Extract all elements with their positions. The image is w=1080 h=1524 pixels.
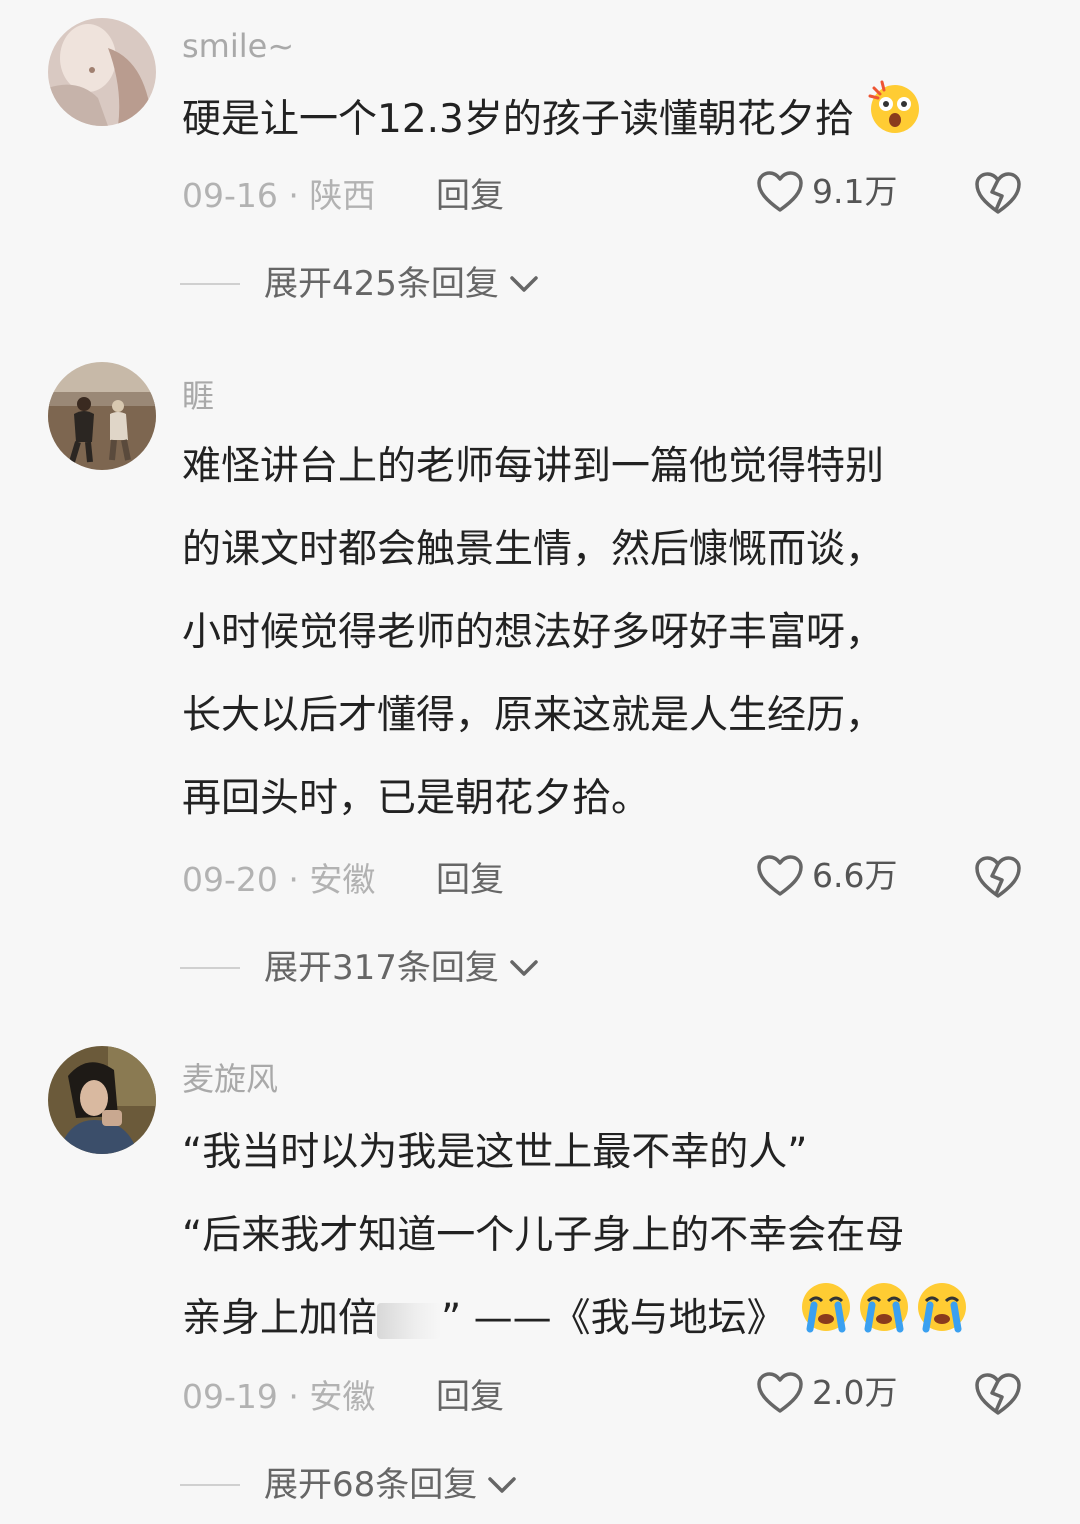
avatar[interactable]	[48, 362, 156, 470]
comment-text-line: 再回头时，已是朝花夕拾。	[182, 776, 651, 821]
heart-icon	[757, 171, 803, 212]
username[interactable]: 睚	[182, 376, 214, 416]
avatar[interactable]	[48, 1046, 156, 1154]
shocked-face-emoji-icon	[866, 80, 924, 163]
heart-icon	[757, 1372, 803, 1413]
expand-replies-button[interactable]: 展开317条回复	[180, 948, 539, 988]
date-location: 09-16 · 陕西	[182, 176, 376, 215]
comment-text-line: 的课文时都会触景生情，然后慷慨而谈，	[182, 527, 885, 572]
like-button[interactable]: 6.6万	[756, 854, 897, 898]
comment-text-line: ” ——《我与地坛》	[441, 1296, 786, 1341]
heart-icon	[757, 855, 803, 896]
like-count: 6.6万	[812, 856, 898, 895]
dislike-button[interactable]	[974, 1371, 1022, 1421]
broken-heart-icon	[975, 856, 1021, 898]
like-count: 9.1万	[812, 172, 898, 211]
expand-replies-label: 展开425条回复	[264, 264, 499, 304]
comment-text-line: 难怪讲台上的老师每讲到一篇他觉得特别	[182, 444, 885, 489]
broken-heart-icon	[975, 1373, 1021, 1415]
chevron-down-icon	[510, 276, 538, 292]
username[interactable]: 麦旋风	[182, 1059, 278, 1099]
divider	[180, 283, 240, 285]
date-location: 09-19 · 安徽	[182, 1377, 376, 1416]
comment-text: 硬是让一个12.3岁的孩子读懂朝花夕拾	[182, 78, 1032, 163]
chevron-down-icon	[488, 1477, 517, 1493]
comment-text-line: “后来我才知道一个儿子身上的不幸会在母	[182, 1213, 905, 1258]
avatar[interactable]	[48, 18, 156, 126]
expand-replies-button[interactable]: 展开68条回复	[180, 1465, 517, 1505]
comment-text-line: “我当时以为我是这世上最不幸的人”	[182, 1130, 808, 1175]
expand-replies-label: 展开317条回复	[264, 948, 499, 988]
comment-text-line: 硬是让一个12.3岁的孩子读懂朝花夕拾	[182, 97, 854, 142]
date-location: 09-20 · 安徽	[182, 860, 376, 899]
like-count: 2.0万	[812, 1373, 898, 1412]
expand-replies-button[interactable]: 展开425条回复	[180, 264, 539, 304]
reply-button[interactable]: 回复	[436, 1377, 504, 1417]
comment-text-line: 小时候觉得老师的想法好多呀好丰富呀，	[182, 610, 885, 655]
chevron-down-icon	[510, 960, 538, 976]
like-button[interactable]: 9.1万	[756, 170, 897, 214]
comment-text-line-group: 亲身上加倍 ” ——《我与地坛》	[182, 1277, 1032, 1360]
expand-replies-label: 展开68条回复	[264, 1465, 478, 1505]
comment-text: 难怪讲台上的老师每讲到一篇他觉得特别 的课文时都会触景生情，然后慷慨而谈， 小时…	[182, 425, 1032, 840]
divider	[180, 967, 240, 969]
comment-text-line: 长大以后才懂得，原来这就是人生经历，	[182, 693, 885, 738]
like-button[interactable]: 2.0万	[756, 1371, 897, 1415]
reply-button[interactable]: 回复	[436, 176, 504, 216]
divider	[180, 1484, 240, 1486]
dislike-button[interactable]	[974, 170, 1022, 220]
comment-text-line: 亲身上加倍	[182, 1296, 378, 1341]
dislike-button[interactable]	[974, 854, 1022, 904]
comment-text: “我当时以为我是这世上最不幸的人” “后来我才知道一个儿子身上的不幸会在母 亲身…	[182, 1111, 1032, 1360]
username[interactable]: smile~	[182, 26, 294, 66]
broken-heart-icon	[975, 172, 1021, 214]
reply-button[interactable]: 回复	[436, 860, 504, 900]
crying-face-emoji-icon	[798, 1279, 972, 1362]
blur-patch	[377, 1302, 442, 1339]
